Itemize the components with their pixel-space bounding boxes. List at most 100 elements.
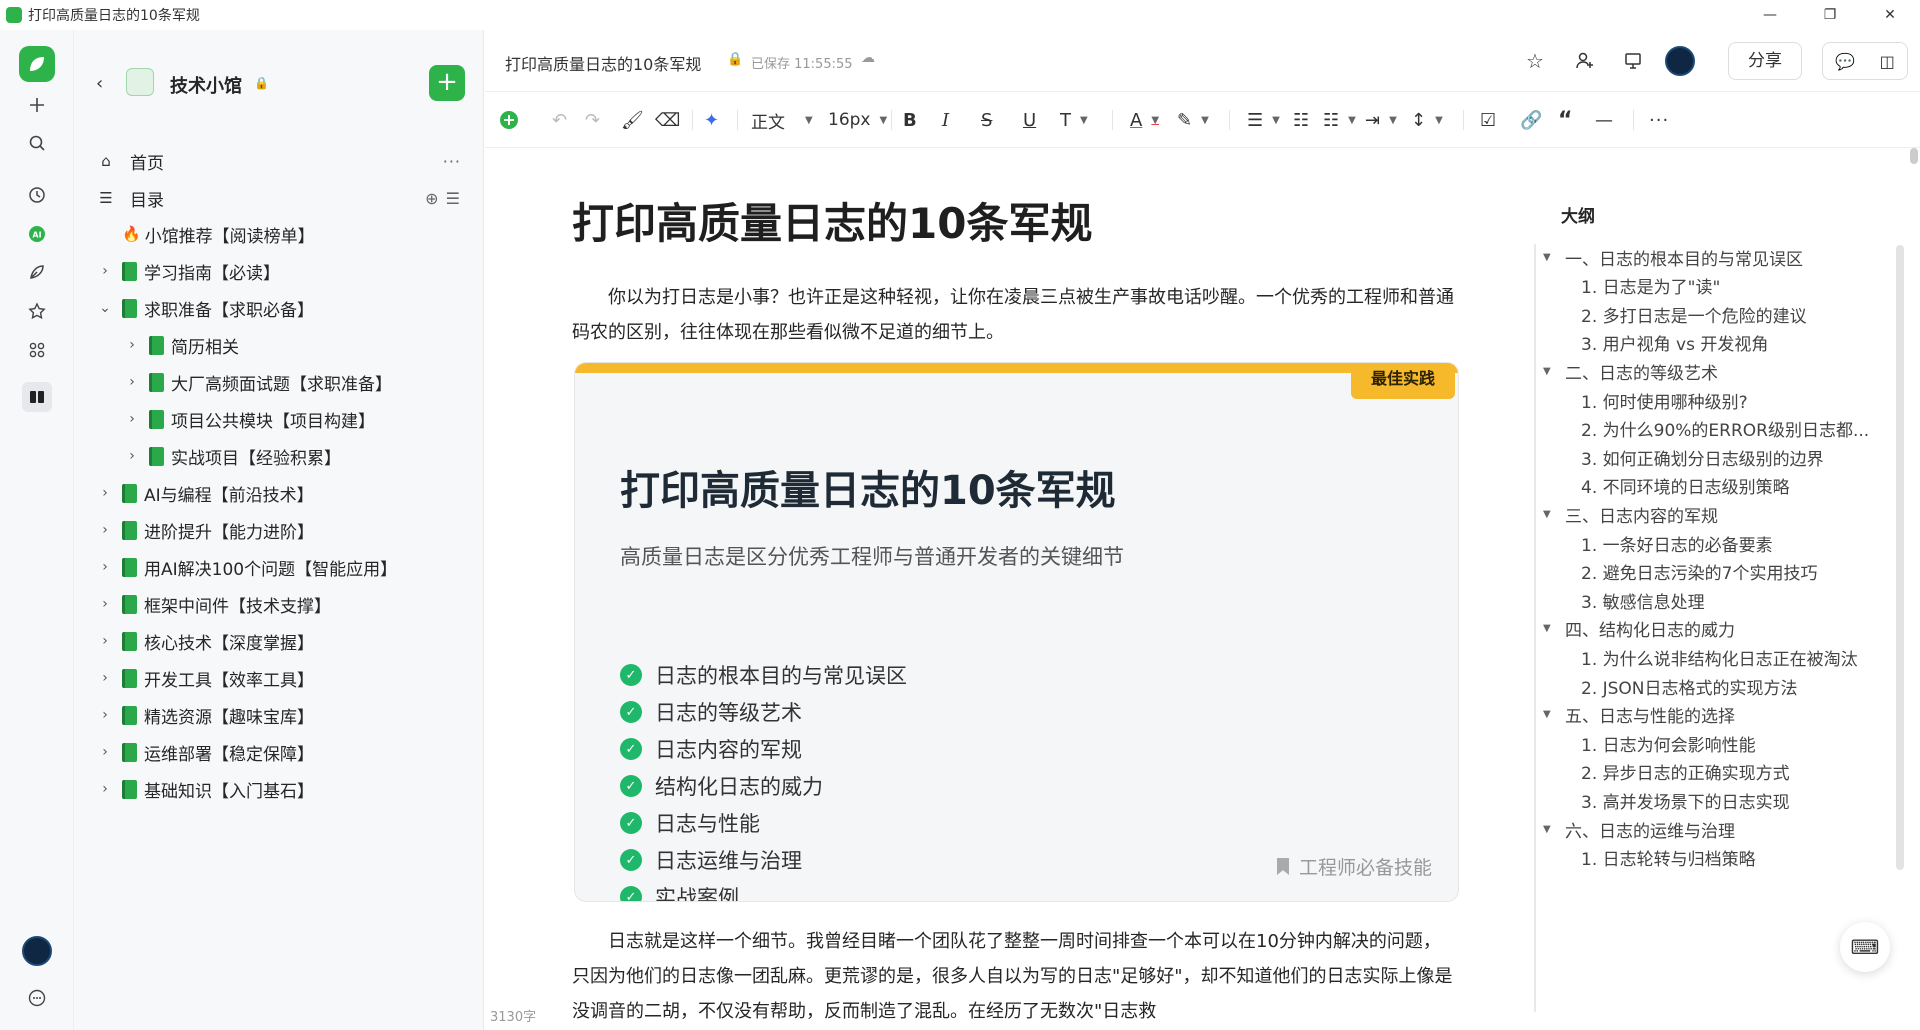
doc-title[interactable]: 打印高质量日志的10条军规 <box>572 190 1092 251</box>
font-color-icon[interactable]: A ▼ <box>1130 106 1159 134</box>
book-title[interactable]: 技术小馆 <box>170 72 242 98</box>
strikethrough-icon[interactable]: S <box>981 106 992 134</box>
text-style-select[interactable]: 正文 ▼ <box>751 106 813 134</box>
favorite-star-icon[interactable]: ☆ <box>1520 46 1550 76</box>
indent-icon[interactable]: ⇥ ▼ <box>1365 106 1397 134</box>
tree-item[interactable]: › 基础知识【入门基石】 <box>98 771 314 807</box>
user-avatar[interactable] <box>22 936 52 966</box>
pen-icon[interactable] <box>22 257 52 287</box>
font-size-select[interactable]: 16px ▼ <box>828 106 887 134</box>
outline-section[interactable]: ▼ 一、日志的根本目的与常见误区 <box>1543 243 1803 271</box>
outline-item[interactable]: 3. 敏感信息处理 <box>1581 586 1705 614</box>
minimize-button[interactable]: — <box>1740 0 1800 30</box>
outline-item[interactable]: 3. 如何正确划分日志级别的边界 <box>1581 443 1824 471</box>
tree-item[interactable]: › 简历相关 <box>125 327 239 363</box>
chevron-right-icon[interactable]: › <box>125 411 139 427</box>
chevron-right-icon[interactable]: › <box>125 448 139 464</box>
outline-item[interactable]: 1. 日志为何会影响性能 <box>1581 729 1756 757</box>
collapse-triangle-icon[interactable]: ▼ <box>1543 824 1557 835</box>
outline-item[interactable]: 1. 一条好日志的必备要素 <box>1581 529 1773 557</box>
collapse-triangle-icon[interactable]: ▼ <box>1543 709 1557 720</box>
intro-paragraph[interactable]: 你以为打日志是小事？也许正是这种轻视，让你在凌晨三点被生产事故电话吵醒。一个优秀… <box>572 280 1458 350</box>
search-icon[interactable] <box>22 128 52 158</box>
outline-item[interactable]: 2. 避免日志污染的7个实用技巧 <box>1581 558 1817 586</box>
back-icon[interactable]: ‹ <box>96 73 103 94</box>
outline-section[interactable]: ▼ 二、日志的等级艺术 <box>1543 357 1718 385</box>
underline-icon[interactable]: U <box>1023 106 1036 134</box>
clock-icon[interactable] <box>22 180 52 210</box>
collapse-triangle-icon[interactable]: ▼ <box>1543 366 1557 377</box>
quote-icon[interactable]: “ <box>1558 106 1572 134</box>
collapse-triangle-icon[interactable]: ▼ <box>1543 252 1557 263</box>
ai-icon[interactable]: AI <box>22 219 52 249</box>
outline-item[interactable]: 3. 高并发场景下的日志实现 <box>1581 786 1790 814</box>
chevron-right-icon[interactable]: › <box>98 596 112 612</box>
ordered-list-icon[interactable]: ☷ ▼ <box>1323 106 1356 134</box>
outline-item[interactable]: 2. JSON日志格式的实现方法 <box>1581 672 1798 700</box>
outline-item[interactable]: 2. 为什么90%的ERROR级别日志都... <box>1581 415 1869 443</box>
editor-content[interactable]: 打印高质量日志的10条军规 你以为打日志是小事？也许正是这种轻视，让你在凌晨三点… <box>485 148 1515 1030</box>
outline-section[interactable]: ▼ 五、日志与性能的选择 <box>1543 701 1735 729</box>
chevron-right-icon[interactable]: › <box>98 263 112 279</box>
add-collaborator-icon[interactable] <box>1570 46 1600 76</box>
tree-item[interactable]: › 核心技术【深度掌握】 <box>98 623 314 659</box>
tree-item[interactable]: 🔥 小馆推荐【阅读榜单】 <box>98 216 315 252</box>
tree-item[interactable]: › 开发工具【效率工具】 <box>98 660 314 696</box>
divider-icon[interactable]: — <box>1595 106 1613 134</box>
tree-item[interactable]: › 精选资源【趣味宝库】 <box>98 697 314 733</box>
keyboard-shortcuts-icon[interactable]: ⌨ <box>1840 922 1890 972</box>
chevron-right-icon[interactable]: › <box>125 374 139 390</box>
line-height-icon[interactable]: ↕ ▼ <box>1411 106 1443 134</box>
more-options-icon[interactable]: ··· <box>443 152 461 171</box>
tree-item[interactable]: › 运维部署【稳定保障】 <box>98 734 314 770</box>
sidebar-toggle-icon[interactable]: ◫ <box>1880 52 1895 71</box>
restore-button[interactable]: ❐ <box>1800 0 1860 30</box>
italic-icon[interactable]: I <box>942 106 949 134</box>
chevron-right-icon[interactable]: › <box>98 744 112 760</box>
star-icon[interactable] <box>22 296 52 326</box>
outline-item[interactable]: 4. 不同环境的日志级别策略 <box>1581 472 1790 500</box>
chevron-right-icon[interactable]: › <box>98 485 112 501</box>
collapse-triangle-icon[interactable]: ▼ <box>1543 509 1557 520</box>
chevron-right-icon[interactable]: › <box>98 633 112 649</box>
outline-section[interactable]: ▼ 六、日志的运维与治理 <box>1543 815 1735 843</box>
ai-assist-icon[interactable]: ✦ <box>704 106 719 134</box>
chevron-down-icon[interactable]: ⌄ <box>98 300 112 316</box>
collapse-triangle-icon[interactable]: ▼ <box>1543 623 1557 634</box>
highlight-icon[interactable]: ✎ ▼ <box>1177 106 1209 134</box>
close-button[interactable]: ✕ <box>1860 0 1920 30</box>
chevron-right-icon[interactable]: › <box>98 559 112 575</box>
tree-item[interactable]: › 项目公共模块【项目构建】 <box>125 401 375 437</box>
align-icon[interactable]: ☰ ▼ <box>1247 106 1280 134</box>
toc-actions-icon[interactable]: ⊕ ☰ <box>425 189 461 208</box>
outline-section[interactable]: ▼ 四、结构化日志的威力 <box>1543 615 1735 643</box>
book-icon[interactable] <box>22 382 52 412</box>
share-button[interactable]: 分享 <box>1728 42 1802 80</box>
body-paragraph[interactable]: 日志就是这样一个细节。我曾经目睹一个团队花了整整一周时间排查一个本可以在10分钟… <box>572 924 1458 1029</box>
chevron-right-icon[interactable]: › <box>125 337 139 353</box>
outline-item[interactable]: 2. 异步日志的正确实现方式 <box>1581 758 1790 786</box>
format-painter-icon[interactable]: 🖌 <box>621 106 644 134</box>
tree-item[interactable]: › 进阶提升【能力进阶】 <box>98 512 314 548</box>
more-icon[interactable] <box>22 983 52 1013</box>
outline-scrollbar[interactable] <box>1896 245 1904 870</box>
link-icon[interactable]: 🔗 <box>1520 106 1542 134</box>
outline-item[interactable]: 1. 日志轮转与归档策略 <box>1581 844 1756 872</box>
checkbox-icon[interactable]: ☑ <box>1480 106 1496 134</box>
editor-scrollbar[interactable] <box>1910 148 1918 164</box>
tree-item[interactable]: › 用AI解决100个问题【智能应用】 <box>98 549 397 585</box>
outline-item[interactable]: 1. 日志是为了"读" <box>1581 272 1720 300</box>
tree-item[interactable]: › 实战项目【经验积累】 <box>125 438 341 474</box>
chevron-right-icon[interactable]: › <box>98 707 112 723</box>
bullet-list-icon[interactable]: ☷ <box>1293 106 1309 134</box>
nav-home[interactable]: ⌂ 首页 ··· <box>94 143 469 179</box>
tree-item[interactable]: ⌄ 求职准备【求职必备】 <box>98 290 314 326</box>
tree-item[interactable]: › AI与编程【前沿技术】 <box>98 475 314 511</box>
tree-item[interactable]: › 大厂高频面试题【求职准备】 <box>125 364 392 400</box>
clear-format-icon[interactable]: ⌫ <box>655 106 680 134</box>
user-avatar[interactable] <box>1665 46 1695 76</box>
apps-icon[interactable] <box>22 335 52 365</box>
chevron-right-icon[interactable]: › <box>98 670 112 686</box>
tree-item[interactable]: › 学习指南【必读】 <box>98 253 280 289</box>
insert-icon[interactable] <box>499 106 519 134</box>
